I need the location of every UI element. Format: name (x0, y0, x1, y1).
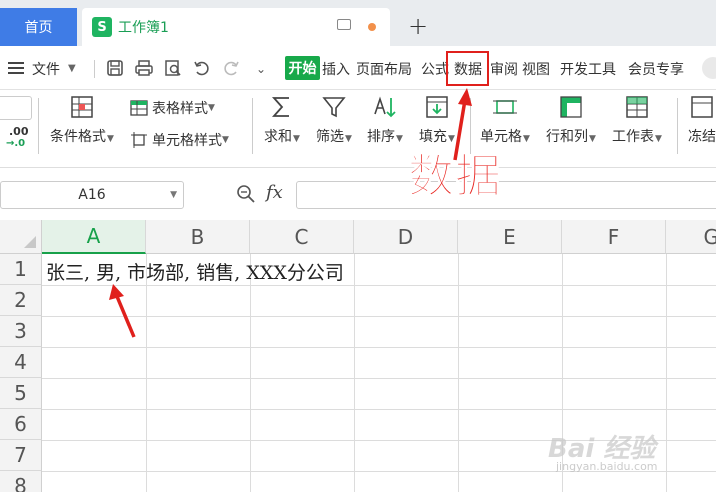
new-tab-button[interactable]: + (408, 12, 428, 40)
name-box-value: A16 (78, 187, 106, 203)
search-icon[interactable] (702, 57, 716, 79)
row-header-5[interactable]: 5 (0, 378, 42, 409)
decrease-decimal-icon[interactable]: →.0 (6, 138, 25, 149)
menu-page-layout[interactable]: 页面布局 (356, 59, 412, 79)
cell-style-icon (131, 132, 147, 148)
gridline (42, 378, 716, 379)
row-header-1[interactable]: 1 (0, 254, 42, 285)
sum-button[interactable]: 求和▼ (264, 94, 300, 146)
freeze-button[interactable]: 冻结 (688, 94, 716, 146)
menu-bar: 文件 ▼ ⌄ 开始 插入 页面布局 公式 数据 审阅 视图 开发工具 会员专享 (0, 46, 716, 90)
divider (38, 98, 39, 154)
row-header-3[interactable]: 3 (0, 316, 42, 347)
column-header-a[interactable]: A (42, 220, 146, 254)
formula-input[interactable] (296, 181, 716, 209)
undo-icon[interactable] (193, 59, 211, 77)
freeze-icon (691, 96, 713, 118)
column-header-e[interactable]: E (458, 220, 562, 254)
menu-review[interactable]: 审阅 (490, 59, 518, 79)
zoom-icon[interactable] (236, 184, 256, 204)
annotation-label: 数据 (408, 149, 502, 204)
divider (252, 98, 253, 154)
filter-icon (322, 97, 346, 118)
worksheet-icon (626, 96, 648, 118)
gridline (354, 254, 355, 492)
cell-button[interactable]: 单元格▼ (480, 94, 530, 146)
column-header-g[interactable]: G (666, 220, 716, 254)
gridline (42, 409, 716, 410)
increase-decimal-icon[interactable]: .00 (9, 125, 29, 138)
tab-workbook-title: 工作簿1 (118, 20, 169, 36)
name-box[interactable]: A16 ▼ (0, 181, 184, 209)
menu-developer[interactable]: 开发工具 (560, 59, 616, 79)
gridline (666, 254, 667, 492)
sort-icon (374, 96, 396, 118)
menu-home[interactable]: 开始 (285, 56, 320, 80)
spreadsheet-icon: S (92, 17, 112, 37)
row-col-icon (560, 96, 582, 118)
row-header-7[interactable]: 7 (0, 440, 42, 471)
tab-bar: 首页 S 工作簿1 + (0, 0, 716, 46)
print-icon[interactable] (135, 59, 153, 77)
menu-view[interactable]: 视图 (522, 59, 550, 79)
ribbon-toolbar: .00 →.0 条件格式▼ 表格样式 ▼ 单元格样式 ▼ 求和▼ 筛选▼ 排序▼ 填… (0, 90, 716, 168)
select-all-corner[interactable] (0, 220, 42, 254)
save-icon[interactable] (106, 59, 124, 77)
row-header-4[interactable]: 4 (0, 347, 42, 378)
column-header-c[interactable]: C (250, 220, 354, 254)
gridline (458, 254, 459, 492)
table-style-icon (130, 100, 148, 116)
gridline (42, 347, 716, 348)
divider (677, 98, 678, 154)
fx-icon[interactable]: fx (266, 182, 283, 203)
tab-workbook[interactable]: S 工作簿1 (82, 8, 390, 46)
row-header-8[interactable]: 8 (0, 471, 42, 492)
hamburger-icon[interactable] (8, 62, 24, 74)
quick-access-more-icon[interactable]: ⌄ (256, 62, 266, 76)
worksheet-button[interactable]: 工作表▼ (612, 94, 662, 146)
print-preview-icon[interactable] (164, 59, 182, 77)
font-size-dropdown[interactable] (0, 96, 32, 120)
sort-button[interactable]: 排序▼ (367, 94, 403, 146)
cell-style-button[interactable]: 单元格样式 ▼ (130, 130, 229, 150)
row-header-6[interactable]: 6 (0, 409, 42, 440)
redo-icon[interactable] (222, 59, 240, 77)
column-header-b[interactable]: B (146, 220, 250, 254)
conditional-format-icon (71, 96, 93, 118)
column-header-d[interactable]: D (354, 220, 458, 254)
row-header-2[interactable]: 2 (0, 285, 42, 316)
watermark-url: jingyan.baidu.com (556, 460, 658, 473)
menu-member[interactable]: 会员专享 (628, 59, 684, 79)
sigma-icon (271, 97, 289, 117)
arrow-icon (109, 284, 136, 338)
chevron-down-icon[interactable]: ▼ (170, 190, 177, 200)
tab-home[interactable]: 首页 (0, 8, 77, 46)
filter-button[interactable]: 筛选▼ (316, 94, 352, 146)
menu-insert[interactable]: 插入 (322, 59, 350, 79)
table-style-button[interactable]: 表格样式 ▼ (130, 98, 215, 118)
row-col-button[interactable]: 行和列▼ (546, 94, 596, 146)
cell-icon (492, 100, 517, 114)
gridline (250, 254, 251, 492)
menu-file[interactable]: 文件 (32, 59, 60, 79)
chevron-down-icon[interactable]: ▼ (68, 63, 76, 74)
menu-formula[interactable]: 公式 (421, 59, 449, 79)
monitor-icon[interactable] (337, 19, 351, 30)
conditional-format-button[interactable]: 条件格式▼ (50, 94, 114, 146)
gridline (146, 254, 147, 492)
highlight-box (446, 51, 489, 86)
unsaved-dot-icon (368, 23, 376, 31)
formula-bar: A16 ▼ fx (0, 176, 716, 212)
column-header-f[interactable]: F (562, 220, 666, 254)
divider (94, 60, 95, 78)
cell-a1[interactable]: 张三, 男, 市场部, 销售, XXX分公司 (46, 258, 344, 285)
